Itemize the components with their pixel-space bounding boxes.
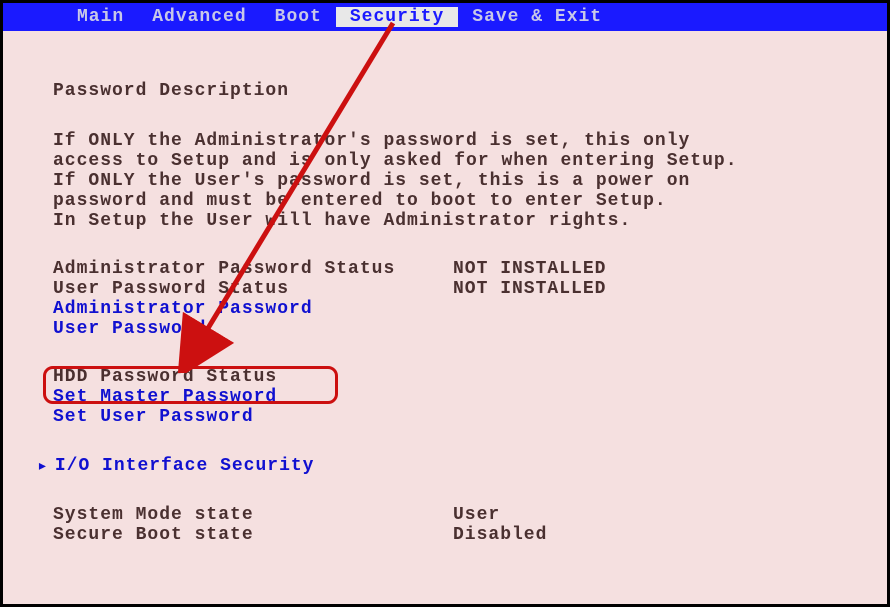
status-label: System Mode state bbox=[53, 505, 453, 525]
description-line: In Setup the User will have Administrato… bbox=[53, 211, 837, 231]
user-password-item[interactable]: User Password bbox=[53, 319, 837, 339]
status-value: User bbox=[453, 505, 500, 525]
administrator-password-item[interactable]: Administrator Password bbox=[53, 299, 837, 319]
system-mode-state-row: System Mode state User bbox=[53, 505, 837, 525]
set-master-password-item[interactable]: Set Master Password bbox=[53, 387, 837, 407]
set-user-password-item[interactable]: Set User Password bbox=[53, 407, 837, 427]
status-value: Disabled bbox=[453, 525, 547, 545]
bios-menu-bar: Main Advanced Boot Security Save & Exit bbox=[3, 3, 887, 31]
user-password-status-row: User Password Status NOT INSTALLED bbox=[53, 279, 837, 299]
description-line: access to Setup and is only asked for wh… bbox=[53, 151, 837, 171]
admin-password-status-row: Administrator Password Status NOT INSTAL… bbox=[53, 259, 837, 279]
status-label: Secure Boot state bbox=[53, 525, 453, 545]
description-line: If ONLY the Administrator's password is … bbox=[53, 131, 837, 151]
description-line: password and must be entered to boot to … bbox=[53, 191, 837, 211]
hdd-password-status-item[interactable]: HDD Password Status bbox=[53, 367, 837, 387]
io-interface-security-item[interactable]: ▸ I/O Interface Security bbox=[53, 455, 837, 477]
io-interface-label: I/O Interface Security bbox=[55, 456, 315, 476]
description-line: If ONLY the User's password is set, this… bbox=[53, 171, 837, 191]
status-label: User Password Status bbox=[53, 279, 453, 299]
menu-main[interactable]: Main bbox=[63, 7, 138, 27]
section-heading: Password Description bbox=[53, 81, 837, 101]
secure-boot-state-row: Secure Boot state Disabled bbox=[53, 525, 837, 545]
status-value: NOT INSTALLED bbox=[453, 259, 606, 279]
menu-advanced[interactable]: Advanced bbox=[138, 7, 260, 27]
status-value: NOT INSTALLED bbox=[453, 279, 606, 299]
menu-boot[interactable]: Boot bbox=[261, 7, 336, 27]
nav-arrow-icon: ▸ bbox=[37, 455, 49, 477]
menu-save-exit[interactable]: Save & Exit bbox=[458, 7, 616, 27]
menu-security[interactable]: Security bbox=[336, 7, 458, 27]
content-area: Password Description If ONLY the Adminis… bbox=[3, 31, 887, 565]
status-label: Administrator Password Status bbox=[53, 259, 453, 279]
